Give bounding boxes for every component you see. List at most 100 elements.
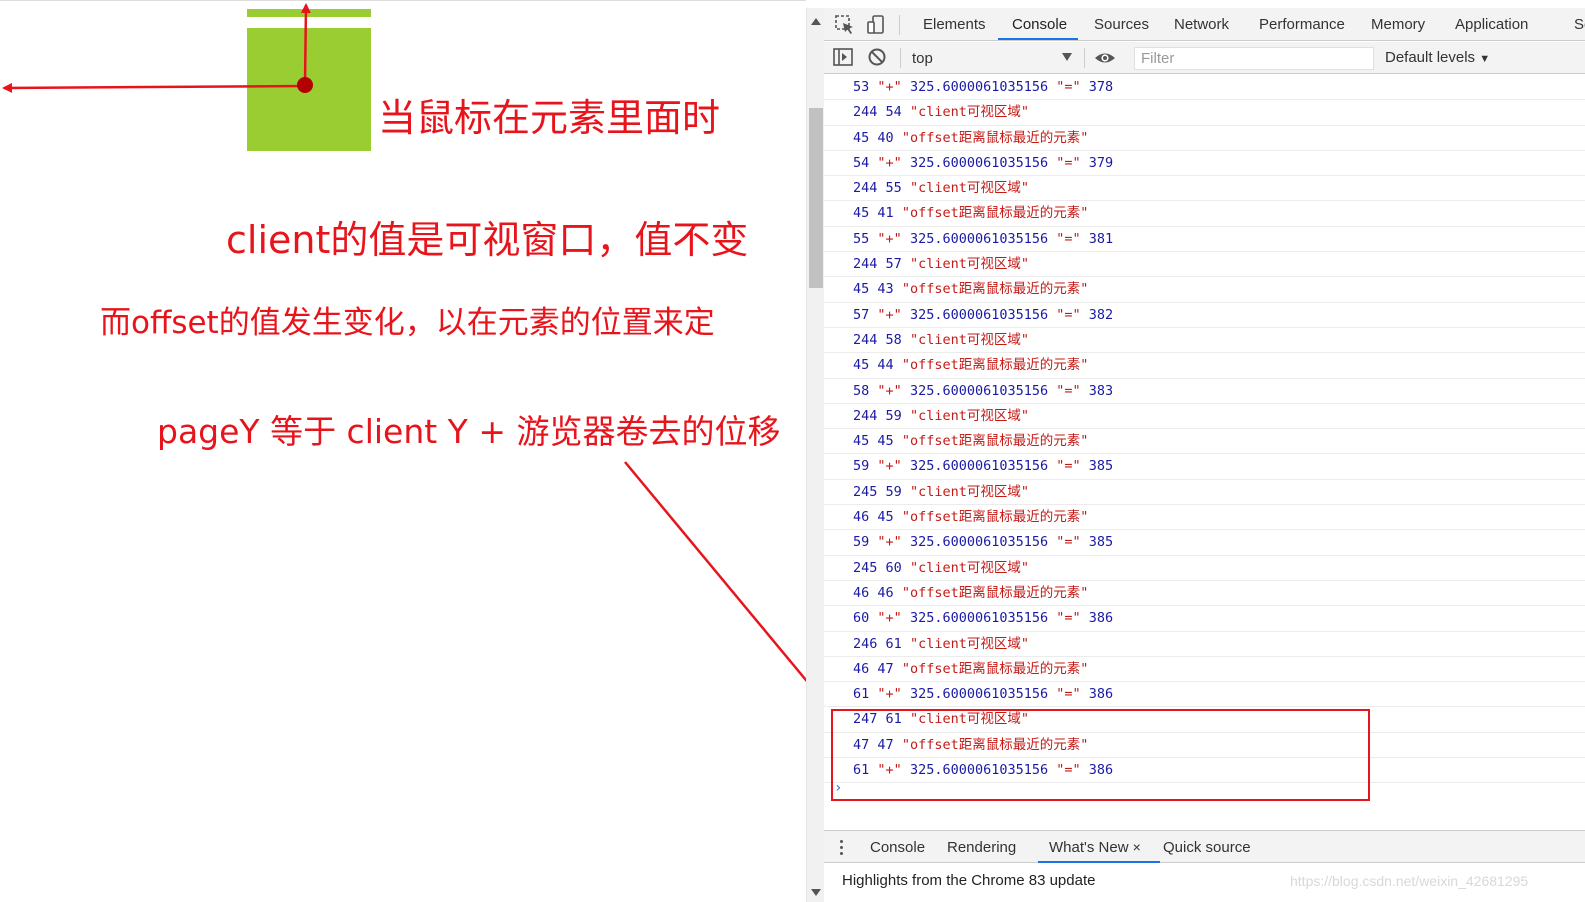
- log-number: 246: [853, 635, 878, 652]
- filter-input[interactable]: [1135, 48, 1373, 69]
- toolbar-separator: [900, 48, 901, 68]
- log-number: 47: [877, 660, 894, 677]
- log-number: 382: [1088, 306, 1114, 323]
- drawer-tab-console[interactable]: Console: [870, 831, 925, 864]
- drawer-tab-label: What's New: [1049, 839, 1129, 856]
- watermark-url: https://blog.csdn.net/weixin_42681295: [1290, 873, 1529, 889]
- log-number: 244: [853, 407, 878, 424]
- log-string: "+": [877, 154, 902, 171]
- log-levels-label: Default levels: [1385, 49, 1476, 66]
- drawer-menu-icon[interactable]: [840, 840, 844, 856]
- log-number: 245: [853, 559, 878, 576]
- log-number: 57: [885, 256, 902, 273]
- log-number: 43: [877, 281, 894, 298]
- devtools-drawer: Console Rendering What's New × Quick source …: [824, 830, 1585, 902]
- log-string: "+": [877, 382, 902, 399]
- log-string: "=": [1056, 79, 1081, 95]
- scroll-up-icon[interactable]: [811, 18, 821, 25]
- log-string: "+": [877, 79, 902, 95]
- log-number: 61: [853, 686, 870, 703]
- green-box-element[interactable]: [247, 28, 371, 151]
- log-levels-dropdown[interactable]: Default levels ▼: [1385, 49, 1490, 66]
- drawer-tab-what-s-new[interactable]: What's New ×: [1049, 831, 1141, 864]
- device-toolbar-icon[interactable]: [866, 14, 888, 36]
- tab-performance[interactable]: Performance: [1259, 8, 1345, 41]
- log-string: "+": [877, 458, 902, 475]
- tab-network[interactable]: Network: [1174, 8, 1229, 41]
- log-string: "offset距离鼠标最近的元素": [901, 129, 1089, 146]
- log-string: "=": [1056, 230, 1081, 247]
- log-string: "client可视区域": [909, 256, 1029, 273]
- tab-sources[interactable]: Sources: [1094, 8, 1149, 41]
- close-icon[interactable]: ×: [1133, 839, 1141, 855]
- console-log-line: 53 "+" 325.6000061035156 "=" 378: [824, 75, 1585, 101]
- clear-console-icon[interactable]: [866, 46, 888, 68]
- tab-console[interactable]: Console: [1012, 8, 1067, 41]
- console-log-line: 55 "+" 325.6000061035156 "=" 381: [824, 227, 1585, 253]
- console-output: 53 "+" 325.6000061035156 "=" 378 244 54 "…: [824, 75, 1585, 828]
- drawer-active-tab-indicator: [1038, 861, 1160, 863]
- log-string: "+": [877, 686, 902, 703]
- log-string: "offset距离鼠标最近的元素": [901, 584, 1089, 601]
- log-number: 57: [853, 306, 870, 323]
- console-log-line: 57 "+" 325.6000061035156 "=" 382: [824, 303, 1585, 328]
- log-string: "=": [1056, 458, 1081, 475]
- log-number: 46: [853, 509, 870, 526]
- live-expression-eye-icon[interactable]: [1094, 47, 1116, 69]
- page-scrollbar[interactable]: [806, 8, 824, 902]
- log-number: 244: [853, 256, 878, 273]
- scroll-down-icon[interactable]: [811, 889, 821, 896]
- log-number: 59: [885, 407, 902, 424]
- console-log-list: 53 "+" 325.6000061035156 "=" 378 244 54 "…: [824, 75, 1585, 784]
- log-number: 58: [853, 382, 870, 399]
- log-string: "offset距离鼠标最近的元素": [901, 357, 1089, 374]
- annotation-pagey: pageY 等于 client Y + 游览器卷去的位移: [157, 412, 781, 451]
- console-log-line: 54 "+" 325.6000061035156 "=" 379: [824, 151, 1585, 177]
- log-number: 45: [853, 433, 870, 450]
- log-string: "=": [1056, 534, 1081, 551]
- log-string: "client可视区域": [909, 104, 1029, 121]
- log-number: 325.6000061035156: [909, 382, 1049, 399]
- context-dropdown-icon[interactable]: [1062, 53, 1072, 61]
- log-number: 244: [853, 104, 878, 121]
- log-number: 325.6000061035156: [909, 230, 1049, 247]
- toolbar-separator: [899, 15, 900, 35]
- log-number: 61: [885, 635, 902, 652]
- log-number: 386: [1088, 686, 1114, 703]
- log-number: 45: [853, 357, 870, 374]
- console-log-line: 45 45 "offset距离鼠标最近的元素": [824, 429, 1585, 455]
- log-string: "client可视区域": [909, 331, 1029, 348]
- console-log-line: 244 58 "client可视区域": [824, 328, 1585, 354]
- log-number: 385: [1088, 534, 1114, 551]
- filter-box: [1134, 47, 1374, 70]
- log-number: 325.6000061035156: [909, 534, 1049, 551]
- tab-elements[interactable]: Elements: [923, 8, 986, 41]
- sidebar-toggle-icon[interactable]: [832, 46, 854, 68]
- log-number: 55: [885, 180, 902, 197]
- whats-new-body: Highlights from the Chrome 83 update: [842, 872, 1096, 889]
- tab-memory[interactable]: Memory: [1371, 8, 1425, 41]
- log-number: 58: [885, 331, 902, 348]
- drawer-tab-rendering[interactable]: Rendering: [947, 831, 1016, 864]
- log-string: "+": [877, 306, 902, 323]
- scroll-thumb[interactable]: [809, 108, 823, 288]
- drawer-tab-label: Quick source: [1163, 839, 1251, 856]
- log-number: 53: [853, 79, 870, 95]
- log-number: 244: [853, 331, 878, 348]
- context-selector[interactable]: top: [912, 50, 933, 67]
- tab-application[interactable]: Application: [1455, 8, 1528, 41]
- log-string: "offset距离鼠标最近的元素": [901, 509, 1089, 526]
- drawer-tab-quick-source[interactable]: Quick source: [1163, 831, 1251, 864]
- console-log-line: 58 "+" 325.6000061035156 "=" 383: [824, 379, 1585, 404]
- log-number: 40: [877, 129, 894, 146]
- log-number: 45: [853, 281, 870, 298]
- chevron-down-icon: ▼: [1479, 53, 1491, 65]
- log-number: 325.6000061035156: [909, 79, 1049, 95]
- inspect-element-icon[interactable]: [834, 14, 856, 36]
- log-number: 325.6000061035156: [909, 686, 1049, 703]
- drawer-tab-label: Rendering: [947, 839, 1017, 856]
- tab-se[interactable]: Se: [1574, 8, 1585, 41]
- devtools-tabbar: Elements Console Sources Network Performance…: [824, 8, 1585, 41]
- log-number: 54: [885, 104, 902, 121]
- console-log-line: 59 "+" 325.6000061035156 "=" 385: [824, 454, 1585, 480]
